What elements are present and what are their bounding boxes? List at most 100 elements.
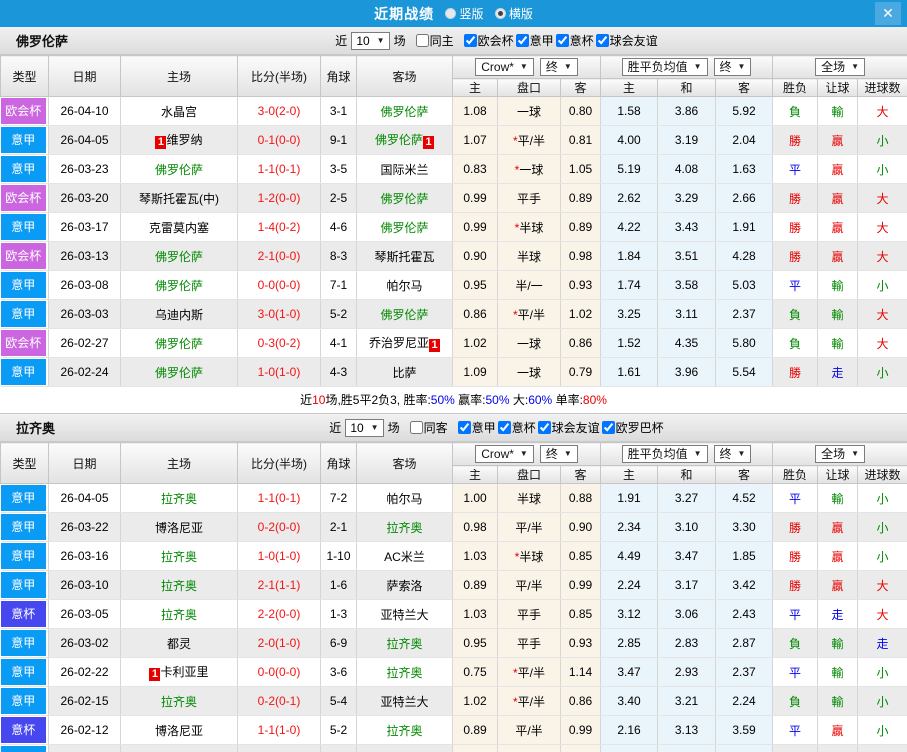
summary-part: 单率: — [552, 393, 583, 407]
final-odds-select[interactable]: 终 ▼ — [539, 58, 578, 76]
result-winlose-text: 平 — [789, 491, 802, 506]
layout-radio-horizontal[interactable]: 横版 — [494, 5, 533, 22]
bookmaker-select[interactable]: Crow* ▼ — [475, 445, 534, 463]
league-type-badge: 意甲 — [0, 156, 46, 182]
handicap-home-odds: 0.98 — [452, 512, 498, 542]
handicap-line-text: 平/半 — [517, 307, 545, 322]
match-date: 26-04-10 — [48, 96, 121, 126]
league-filter-3-checkbox[interactable] — [595, 34, 609, 47]
handicap-away-odds: 1.02 — [560, 299, 602, 329]
same-venue-filter[interactable]: 同客 — [408, 419, 448, 436]
same-venue-filter-checkbox[interactable] — [409, 421, 423, 434]
league-type-badge: 意甲 — [0, 746, 46, 752]
final-odds-select[interactable]: 终 ▼ — [539, 445, 578, 463]
handicap-line: *平/半 — [497, 299, 561, 329]
radio-vertical-label: 竖版 — [459, 6, 484, 21]
league-filter-2[interactable]: 意杯 — [554, 32, 594, 49]
league-filter-2-label: 球会友谊 — [551, 421, 600, 435]
away-team-name: 拉齐奥 — [386, 521, 422, 535]
away-team-name-text: 帕尔马 — [386, 278, 423, 293]
league-filter-2-checkbox[interactable] — [537, 421, 551, 434]
lose-odds: 4.28 — [715, 241, 774, 271]
league-filter-0-checkbox[interactable] — [457, 421, 471, 434]
league-type-badge: 意甲 — [0, 514, 46, 540]
home-team: 拉齐奥 — [120, 599, 238, 629]
away-team-name-text: 佛罗伦萨 — [380, 191, 429, 206]
matches-table: 类型 日期 主场 比分(半场) 角球 客场 Crow* ▼ 终 ▼ 胜平负均值 ▼ 终 ▼ 全场 ▼ 主盘口客主… — [0, 55, 907, 387]
corners: 2-5 — [320, 183, 357, 213]
corners: 4-1 — [320, 328, 357, 358]
result-goals: 大 — [857, 570, 907, 600]
home-team: 琴斯托霍瓦(中) — [120, 183, 238, 213]
score-text: 0-1(0-0) — [257, 133, 301, 147]
team-filter-bar: 拉齐奥 近 10 ▼ 场 同客 意甲 意杯 球会友谊 欧罗巴杯 — [0, 414, 907, 442]
home-team-name: 拉齐奥 — [161, 492, 197, 506]
league-filter-0[interactable]: 欧会杯 — [462, 32, 514, 49]
same-venue-filter[interactable]: 同主 — [414, 32, 454, 49]
league-filter-1[interactable]: 意甲 — [514, 32, 554, 49]
league-filter-3[interactable]: 球会友谊 — [594, 32, 658, 49]
lose-odds: 1.63 — [715, 154, 774, 184]
result-winlose-text: 勝 — [789, 365, 802, 380]
league-filter-0[interactable]: 意甲 — [456, 419, 496, 436]
fulltime-select[interactable]: 全场 ▼ — [815, 58, 866, 76]
result-handicap-text: 贏 — [831, 723, 844, 738]
handicap-away-odds: 1.05 — [560, 154, 602, 184]
league-filter-1-checkbox[interactable] — [515, 34, 529, 47]
team-name: 拉齐奥 — [16, 421, 56, 436]
match-score: 0-0(0-0) — [237, 270, 321, 300]
result-handicap: 贏 — [817, 541, 859, 571]
layout-radio-vertical[interactable]: 竖版 — [445, 5, 484, 22]
handicap-away-odds: 0.98 — [560, 241, 602, 271]
match-row: 欧会杯 26-04-10 水晶宫 3-0(2-0) 3-1 佛罗伦萨 1.08 一球 0.80 1… — [0, 96, 907, 126]
league-filter-2-checkbox[interactable] — [555, 34, 569, 47]
handicap-home-odds: 0.95 — [452, 270, 498, 300]
draw-odds: 4.35 — [657, 328, 717, 358]
match-date: 26-03-17 — [48, 212, 121, 242]
handicap-home-odds: 0.99 — [452, 212, 498, 242]
final-odds-select[interactable]: 终 ▼ — [713, 58, 752, 76]
same-venue-filter-checkbox[interactable] — [415, 34, 429, 47]
result-winlose: 平 — [772, 483, 819, 513]
score-text: 2-1(0-0) — [257, 249, 301, 263]
match-type: 欧会杯 — [0, 183, 49, 213]
handicap-line: *半球 — [497, 541, 561, 571]
score-text: 0-0(0-0) — [257, 278, 301, 292]
league-type-badge: 意甲 — [0, 688, 46, 714]
league-filter-1[interactable]: 意杯 — [496, 419, 536, 436]
close-icon[interactable]: ✕ — [875, 2, 901, 25]
fulltime-select[interactable]: 全场 ▼ — [815, 445, 866, 463]
result-winlose-text: 平 — [789, 723, 802, 738]
win-odds: 1.52 — [600, 328, 659, 358]
league-filter-3-checkbox[interactable] — [601, 421, 615, 434]
handicap-line-text: 平/半 — [517, 694, 545, 709]
handicap-line: 半/一 — [497, 270, 561, 300]
handicap-home-odds: 0.75 — [452, 657, 498, 687]
win-odds: 2.85 — [600, 628, 659, 658]
recent-count-select[interactable]: 10 ▼ — [345, 418, 384, 437]
win-odds: 4.00 — [600, 125, 659, 155]
draw-odds: 3.11 — [657, 299, 717, 329]
filters: 近 10 ▼ 场 同客 意甲 意杯 球会友谊 欧罗巴杯 — [327, 418, 664, 437]
bookmaker-select[interactable]: Crow* ▼ — [475, 58, 534, 76]
final-odds-select[interactable]: 终 ▼ — [713, 445, 752, 463]
match-type: 意甲 — [0, 299, 49, 329]
avg-odds-select[interactable]: 胜平负均值 ▼ — [621, 58, 708, 76]
league-filter-2[interactable]: 球会友谊 — [536, 419, 600, 436]
recent-count-select[interactable]: 10 ▼ — [351, 31, 390, 50]
league-filter-1-checkbox[interactable] — [497, 421, 511, 434]
league-filter-0-checkbox[interactable] — [463, 34, 477, 47]
handicap-away-odds: 0.85 — [560, 599, 602, 629]
result-winlose-text: 勝 — [789, 249, 802, 264]
avg-odds-select[interactable]: 胜平负均值 ▼ — [621, 445, 708, 463]
match-score: 1-4(0-2) — [237, 212, 321, 242]
score-text: 0-3(0-2) — [257, 336, 301, 350]
league-filter-3[interactable]: 欧罗巴杯 — [600, 419, 664, 436]
match-score: 0-2(0-0) — [237, 512, 321, 542]
away-team: AC米兰 — [356, 541, 453, 571]
home-team: 拉齐奥 — [120, 483, 238, 513]
match-row: 欧会杯 26-03-20 琴斯托霍瓦(中) 1-2(0-0) 2-5 佛罗伦萨 0.99 平手… — [0, 183, 907, 213]
home-team-name: 佛罗伦萨 — [155, 250, 203, 264]
result-goals: 小 — [857, 512, 907, 542]
draw-odds: 3.06 — [657, 599, 717, 629]
